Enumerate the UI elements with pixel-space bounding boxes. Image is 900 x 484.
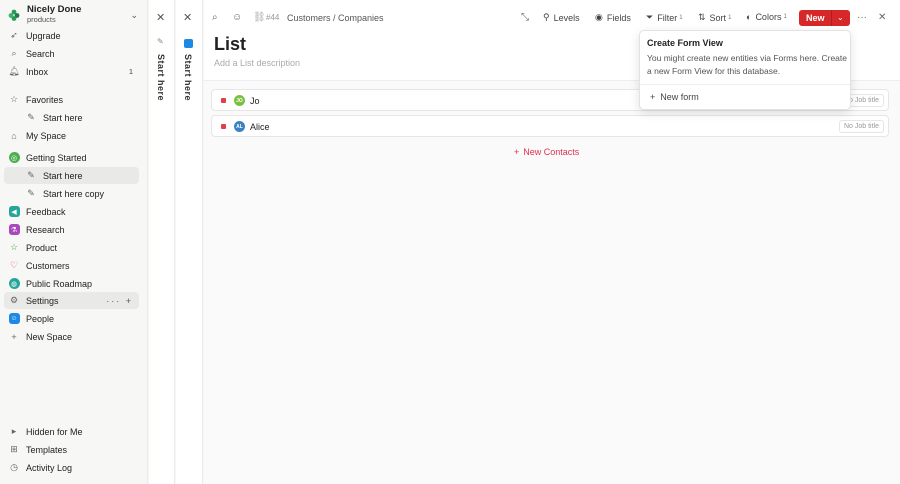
heart-icon: ♡ [9,260,19,270]
status-marker [221,98,226,103]
chevron-down-icon[interactable]: ⌄ [130,10,138,21]
eye-icon: ◉ [595,12,603,22]
popover-title: Create Form View [647,38,723,48]
sidebar-item-templates[interactable]: ⊞ Templates [4,441,139,458]
star-icon: ☆ [9,94,19,104]
view-description-input[interactable]: Add a List description [214,58,300,68]
sidebar-item-feedback[interactable]: ◀ Feedback [4,203,139,220]
list-item[interactable]: AL Alice No Job title [211,115,889,137]
divider [640,84,850,85]
breadcrumb[interactable]: Customers / Companies [287,13,384,23]
search-icon: ⌕ [11,48,17,58]
create-form-view-popover: Create Form View You might create new en… [639,30,851,110]
clock-icon: ◷ [10,462,18,472]
flask-icon: ⚗ [8,224,20,236]
sidebar-item-new-space[interactable]: + New Space [4,328,139,345]
chevron-down-icon[interactable]: ⌄ [837,13,844,22]
sidebar-item-activity-log[interactable]: ◷ Activity Log [4,459,139,476]
page-icon: ✎ [27,170,35,180]
avatar: AL [234,121,245,132]
close-icon[interactable]: ✕ [878,12,886,23]
chevron-right-icon: ▸ [11,426,17,436]
sidebar-item-settings[interactable]: ⚙ Settings ··· + [4,292,139,309]
sidebar-item-start-here-copy[interactable]: ✎ Start here copy [4,185,139,202]
panel-title: Start here [183,54,193,102]
sort-button[interactable]: ⇅ Sort 1 [698,12,731,23]
home-icon: ⌂ [11,130,17,141]
emoji-icon[interactable]: ☺ [232,12,242,23]
page-icon: ✎ [27,188,35,198]
workspace-name: Nicely Done [27,4,82,15]
plus-icon: + [11,331,17,342]
search-icon[interactable]: ⌕ [212,12,218,23]
close-icon[interactable]: ✕ [183,11,192,24]
sidebar-item-search[interactable]: ⌕ Search [4,45,139,62]
sidebar-item-my-space[interactable]: ⌂ My Space [4,127,139,144]
sidebar-item-favorites[interactable]: ☆ Favorites [4,91,139,108]
sidebar-item-inbox[interactable]: 🔔︎ Inbox 1 [4,63,139,80]
sort-icon: ⇅ [698,12,706,22]
view-title[interactable]: List [214,34,246,55]
compass-icon: ◎ [8,152,20,164]
sidebar-item-favorite-start-here[interactable]: ✎ Start here [4,109,139,126]
workspace-subtitle: products [27,15,56,24]
avatar: JO [234,95,245,106]
collapse-icon[interactable]: ⤡ [521,12,529,23]
sliders-icon: ⚙ [9,295,19,305]
sidebar-item-hidden-for-me[interactable]: ▸ Hidden for Me [4,423,139,440]
collapsed-panel-left[interactable]: ✕ ✎ Start here [149,0,175,484]
fields-button[interactable]: ◉ Fields [595,12,631,23]
popover-description: You might create new entities via Forms … [647,53,848,76]
page-icon: ✎ [27,112,35,122]
record-name: Jo [250,96,260,106]
workspace-switcher[interactable]: Nicely Done products ⌄ [8,3,140,27]
sidebar-item-research[interactable]: ⚗ Research [4,221,139,238]
plus-icon: + [650,92,656,102]
new-form-button[interactable]: + New form [650,92,699,102]
colors-button[interactable]: ◐ Colors 1 [746,12,787,22]
workspace-logo-icon [8,9,20,21]
new-contacts-button[interactable]: + New Contacts [514,147,579,157]
more-and-add-icons[interactable]: ··· + [106,296,133,306]
status-marker [221,124,226,129]
person-icon: ☺ [8,313,20,324]
sidebar-item-upgrade[interactable]: ➶ Upgrade [4,27,139,44]
levels-button[interactable]: ⚲ Levels [543,12,580,23]
link-icon[interactable]: ⛓ [253,12,266,23]
globe-icon: ◍ [8,278,20,290]
more-icon[interactable]: ··· [857,12,867,23]
database-icon [184,39,193,48]
record-list: JO Jo No Job title AL Alice No Job title… [204,80,900,484]
levels-icon: ⚲ [543,12,550,22]
plus-icon: + [514,147,520,157]
rocket-icon: ➶ [10,30,18,40]
megaphone-icon: ◀ [8,206,20,218]
filter-button[interactable]: ⏷ Filter 1 [646,12,683,23]
page-icon: ✎ [157,37,164,46]
inbox-count-badge: 1 [128,67,133,76]
bell-icon: 🔔︎ [8,66,20,76]
sidebar-item-public-roadmap[interactable]: ◍ Public Roadmap [4,275,139,292]
close-icon[interactable]: ✕ [156,11,165,24]
grid-icon: ⊞ [10,444,18,454]
sidebar-item-people[interactable]: ☺ People [4,310,139,327]
record-name: Alice [250,122,270,132]
sidebar-item-start-here[interactable]: ✎ Start here [4,167,139,184]
star-outline-icon: ☆ [9,242,19,252]
job-title-chip[interactable]: No Job title [838,120,884,133]
filter-icon: ⏷ [646,12,654,22]
collapsed-panel-right[interactable]: ✕ Start here [176,0,203,484]
palette-icon: ◐ [746,12,752,22]
sidebar-item-customers[interactable]: ♡ Customers [4,257,139,274]
sidebar: Nicely Done products ⌄ ➶ Upgrade ⌕ Searc… [0,0,148,484]
sidebar-item-product[interactable]: ☆ Product [4,239,139,256]
panel-title: Start here [156,54,166,102]
sidebar-item-getting-started[interactable]: ◎ Getting Started [4,149,139,166]
record-id: #44 [266,13,280,22]
toolbar: ⌕ ☺ ⛓ #44 Customers / Companies ⤡ ⚲ Leve… [204,0,900,34]
new-button[interactable]: New ⌄ [799,10,850,26]
